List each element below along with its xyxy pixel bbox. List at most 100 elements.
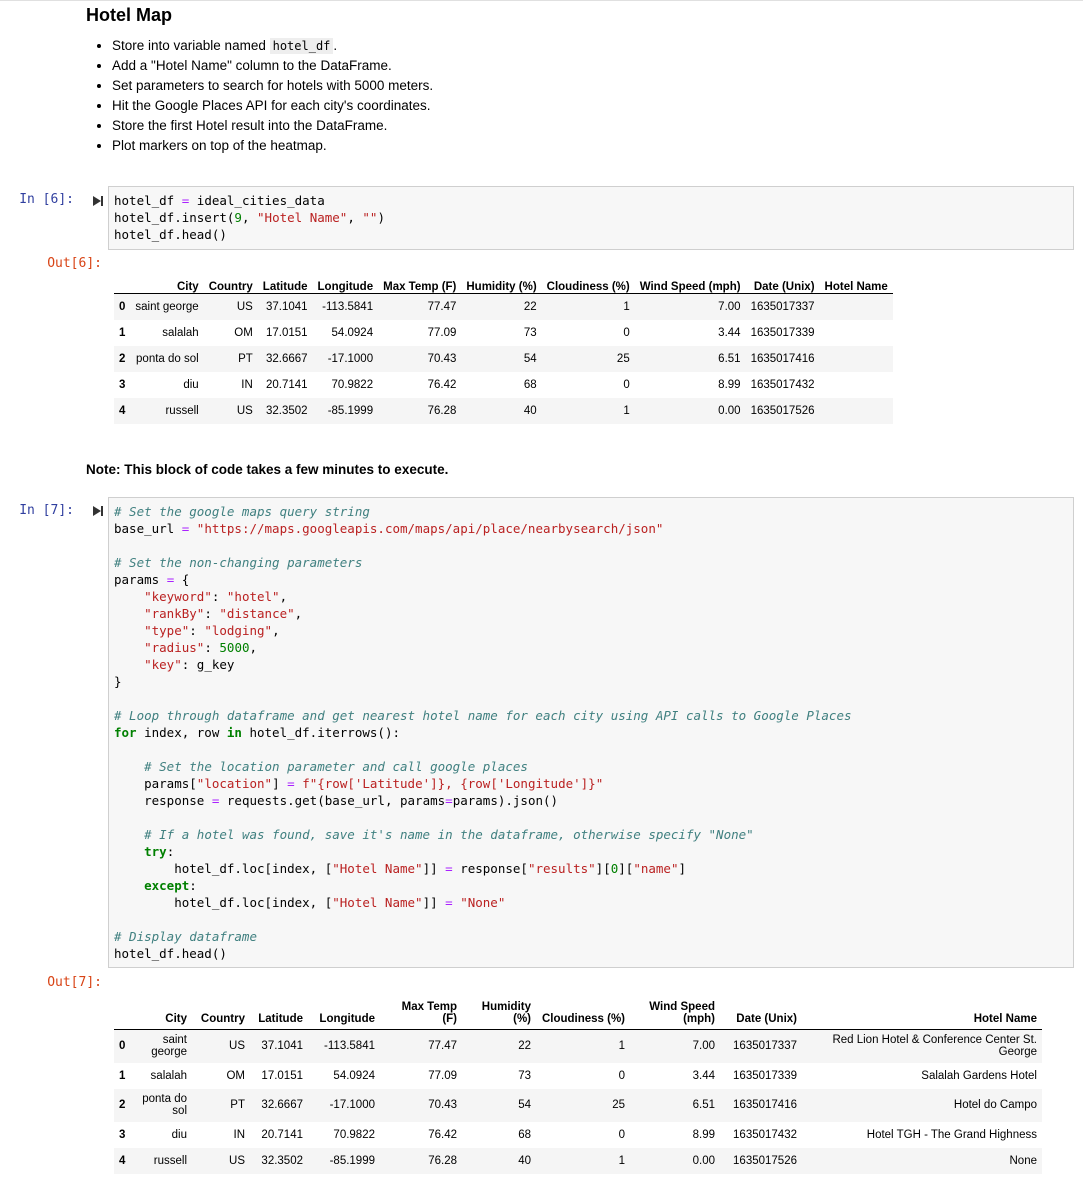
table-cell: 70.43 (428, 1099, 457, 1111)
table-cell: 0.00 (692, 1154, 715, 1167)
table-cell: 40 (523, 405, 537, 417)
table-cell: -17.1000 (329, 1099, 375, 1111)
column-header: Latitude (250, 989, 308, 1030)
markdown-cell[interactable]: Hotel Map Store into variable named hote… (86, 4, 433, 156)
output-prompt: Out[7]: (47, 975, 102, 990)
column-header: Date (Unix) (745, 269, 820, 294)
row-index: 0 (119, 301, 126, 313)
markdown-bullet: Hit the Google Places API for each city'… (112, 96, 433, 116)
table-cell: PT (238, 353, 253, 365)
table-cell: 22 (518, 1040, 531, 1053)
table-cell: Red Lion Hotel & Conference Center St. G… (832, 1034, 1037, 1059)
table-cell: None (1009, 1154, 1038, 1167)
code-cell-editor[interactable]: # Set the google maps query string base_… (108, 497, 1074, 968)
input-prompt: In [6]: (19, 192, 74, 207)
table-row: 3 diu IN 20.7141 70.9822 76.42 68 0 8.99 16350174… (114, 372, 893, 398)
table-cell: 20.7141 (261, 1128, 303, 1141)
column-header: Wind Speed (mph) (634, 269, 746, 294)
table-cell: 76.28 (428, 1154, 457, 1167)
table-cell: OM (226, 1069, 245, 1082)
input-prompt: In [7]: (19, 503, 74, 518)
table-cell: salalah (150, 1069, 187, 1082)
table-cell: US (236, 405, 253, 417)
column-header (114, 269, 131, 294)
column-header: Humidity (%) (461, 269, 542, 294)
column-header: Wind Speed (mph) (630, 989, 720, 1030)
markdown-bullet: Plot markers on top of the heatmap. (112, 136, 433, 156)
column-header: Latitude (257, 269, 313, 294)
table-row: 1 salalah OM 17.0151 54.0924 77.09 73 0 3.44 1635… (114, 1063, 1042, 1089)
table-cell: diu (183, 379, 199, 391)
column-header: Cloudiness (%) (536, 989, 630, 1030)
table-cell (820, 398, 893, 424)
table-cell: ponta do sol (142, 1093, 187, 1117)
table-cell: 1635017526 (733, 1154, 797, 1167)
table-cell: 73 (518, 1069, 531, 1082)
table-cell: 6.51 (692, 1099, 715, 1111)
table-cell: 76.42 (427, 379, 457, 391)
dataframe-output: City Country Latitude Longitude Max Temp (F)… (114, 269, 893, 424)
markdown-bullet: Set parameters to search for hotels with… (112, 76, 433, 96)
table-cell: 8.99 (692, 1128, 715, 1141)
table-cell (820, 346, 893, 372)
row-index: 0 (119, 1040, 126, 1053)
table-cell: 1635017339 (750, 327, 815, 339)
table-cell: IN (241, 379, 253, 391)
table-cell: 77.47 (427, 301, 457, 313)
table-cell: 32.3502 (265, 405, 308, 417)
row-index: 4 (119, 405, 126, 417)
column-header: Max Temp (F) (380, 989, 462, 1030)
table-cell: 77.09 (428, 1069, 457, 1082)
run-cell-icon[interactable] (92, 505, 104, 517)
column-header: Cloudiness (%) (541, 269, 635, 294)
table-cell: 1635017416 (733, 1099, 797, 1111)
table-cell: 68 (523, 379, 537, 391)
row-index: 1 (119, 327, 126, 339)
table-cell: 3.44 (718, 327, 741, 339)
table-cell: 70.9822 (333, 1128, 375, 1141)
markdown-bullet: Add a "Hotel Name" column to the DataFra… (112, 56, 433, 76)
table-cell: 1 (618, 1154, 625, 1167)
table-cell: 76.28 (427, 405, 457, 417)
table-cell: 1635017337 (733, 1040, 797, 1053)
table-cell: 54.0924 (333, 1069, 375, 1082)
table-cell: russell (153, 1154, 187, 1167)
run-cell-icon[interactable] (92, 195, 104, 207)
column-header: Humidity (%) (462, 989, 536, 1030)
markdown-note: Note: This block of code takes a few min… (86, 462, 449, 477)
table-cell: 73 (523, 327, 537, 339)
table-cell: 68 (518, 1128, 531, 1141)
table-cell: US (229, 1154, 245, 1167)
row-index: 3 (119, 1128, 126, 1141)
table-cell: Salalah Gardens Hotel (921, 1069, 1037, 1082)
column-header: Max Temp (F) (378, 269, 462, 294)
table-cell: 77.47 (428, 1040, 457, 1053)
row-index: 2 (119, 353, 126, 365)
table-cell: 1635017339 (733, 1069, 797, 1082)
table-cell: PT (230, 1099, 245, 1111)
table-cell: 54 (518, 1099, 531, 1111)
table-row: 2 ponta do sol PT 32.6667 -17.1000 70.43 54 25 6… (114, 346, 893, 372)
table-cell: 37.1041 (261, 1040, 303, 1053)
code-cell-editor[interactable]: hotel_df = ideal_cities_data hotel_df.in… (108, 186, 1074, 250)
table-cell (820, 320, 893, 346)
table-cell: Hotel do Campo (953, 1099, 1037, 1111)
table-cell: 32.3502 (261, 1154, 303, 1167)
table-cell: 1635017337 (750, 301, 815, 313)
table-cell: 17.0151 (261, 1069, 303, 1082)
table-cell: -85.1999 (327, 405, 374, 417)
table-cell: 32.6667 (261, 1099, 303, 1111)
table-cell: 32.6667 (265, 353, 308, 365)
table-cell: 1635017432 (750, 379, 815, 391)
table-cell: 77.09 (427, 327, 457, 339)
column-header: Country (192, 989, 250, 1030)
row-index: 2 (119, 1099, 126, 1111)
table-cell: 7.00 (718, 301, 741, 313)
table-cell: 17.0151 (265, 327, 308, 339)
markdown-bullet-list: Store into variable named hotel_df.Add a… (86, 36, 433, 156)
table-cell: 40 (518, 1154, 531, 1167)
column-header: Longitude (312, 269, 379, 294)
row-index: 4 (119, 1154, 126, 1167)
column-header: City (130, 269, 204, 294)
table-cell: 0 (623, 327, 630, 339)
